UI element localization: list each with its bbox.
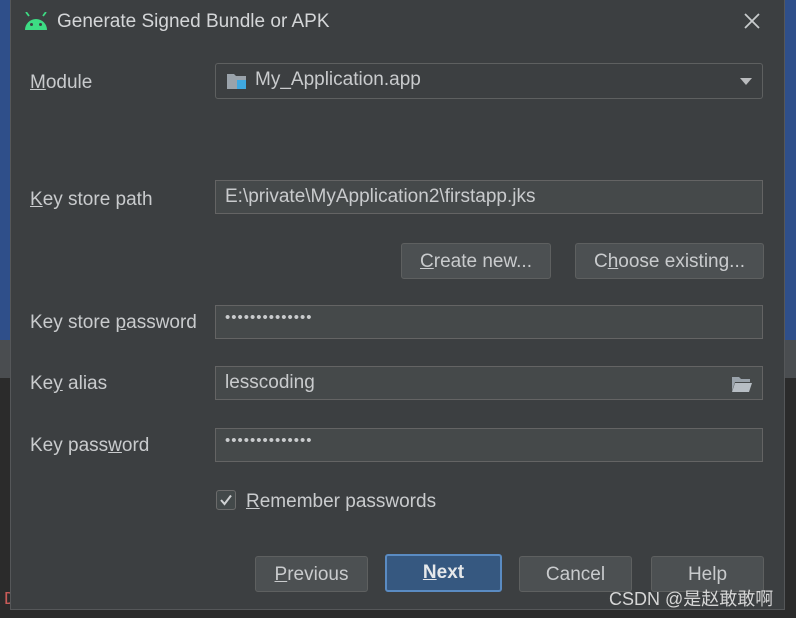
module-folder-icon xyxy=(227,74,246,89)
key-alias-field[interactable]: lesscoding xyxy=(215,366,763,400)
create-new-button[interactable]: Create new... xyxy=(401,243,551,279)
watermark: CSDN @是赵敢敢啊 xyxy=(609,589,774,609)
key-alias-value: lesscoding xyxy=(225,372,315,393)
remember-passwords-checkbox[interactable] xyxy=(216,490,236,510)
choose-existing-button[interactable]: Choose existing... xyxy=(575,243,764,279)
keystore-path-label: Key store path xyxy=(30,189,153,210)
module-combo[interactable]: My_Application.app xyxy=(215,63,763,99)
chevron-down-icon[interactable] xyxy=(740,78,752,85)
keystore-path-field[interactable]: E:\private\MyApplication2\firstapp.jks xyxy=(215,180,763,214)
folder-open-icon[interactable] xyxy=(731,375,753,393)
checkmark-icon xyxy=(220,494,232,506)
key-alias-label: Key alias xyxy=(30,373,108,394)
keystore-password-label: Key store password xyxy=(30,312,197,333)
module-value: My_Application.app xyxy=(255,69,421,90)
key-password-field[interactable]: •••••••••••••• xyxy=(215,428,763,462)
next-button[interactable]: Next xyxy=(385,554,502,592)
remember-passwords-label[interactable]: Remember passwords xyxy=(246,491,436,513)
dialog-title-bar: Generate Signed Bundle or APK xyxy=(11,0,784,44)
previous-button[interactable]: Previous xyxy=(255,556,368,592)
close-icon[interactable] xyxy=(741,10,763,32)
generate-signed-dialog: Generate Signed Bundle or APK Module My_… xyxy=(10,0,785,610)
key-password-dots: •••••••••••••• xyxy=(225,432,313,449)
keystore-password-dots: •••••••••••••• xyxy=(225,309,313,326)
key-password-label: Key password xyxy=(30,435,150,456)
dialog-title: Generate Signed Bundle or APK xyxy=(57,11,330,32)
android-icon xyxy=(25,12,47,30)
module-label: Module xyxy=(30,72,93,93)
keystore-password-field[interactable]: •••••••••••••• xyxy=(215,305,763,339)
keystore-path-value: E:\private\MyApplication2\firstapp.jks xyxy=(225,186,536,207)
